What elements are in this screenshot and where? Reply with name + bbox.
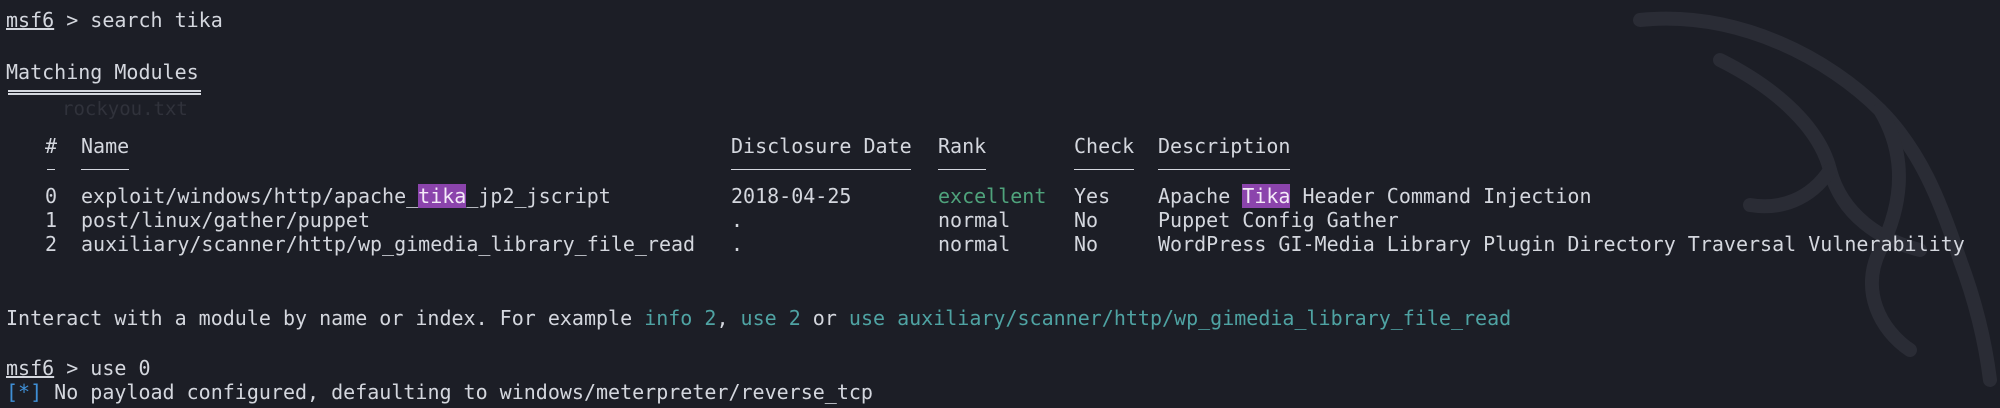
header-rank-rule	[938, 169, 986, 170]
header-date-rule	[731, 169, 911, 170]
header-index-rule	[47, 169, 55, 170]
header-description-rule	[1158, 169, 1290, 170]
row-0-index: 0	[45, 184, 58, 208]
header-check-rule	[1074, 169, 1134, 170]
background-ghost-text: rockyou.txt	[62, 98, 188, 120]
row-2-check: No	[1074, 232, 1099, 256]
row-2-name[interactable]: auxiliary/scanner/http/wp_gimedia_librar…	[81, 232, 695, 256]
row-0-check: Yes	[1074, 184, 1111, 208]
info-marker-icon: [*]	[6, 380, 43, 404]
interact-hint: Interact with a module by name or index.…	[6, 306, 1512, 330]
row-0-rank: excellent	[938, 184, 1047, 208]
row-1-rank: normal	[938, 208, 1011, 232]
header-check: Check	[1074, 134, 1135, 158]
header-date: Disclosure Date	[731, 134, 912, 158]
prompt-line-2: msf6 > use 0	[6, 356, 151, 380]
header-name-rule	[81, 169, 129, 170]
row-0-date: 2018-04-25	[731, 184, 852, 208]
row-0-name[interactable]: exploit/windows/http/apache_tika_jp2_jsc…	[81, 184, 611, 208]
row-1-name[interactable]: post/linux/gather/puppet	[81, 208, 370, 232]
terminal-window[interactable]: rockyou.txt msf6 > search tika Matching …	[0, 0, 2000, 408]
header-description: Description	[1158, 134, 1291, 158]
row-2-description: WordPress GI-Media Library Plugin Direct…	[1158, 232, 1965, 256]
row-2-index: 2	[45, 232, 58, 256]
row-2-date: .	[731, 232, 744, 256]
status-line: [*] No payload configured, defaulting to…	[6, 380, 873, 404]
row-1-date: .	[731, 208, 744, 232]
row-0-description: Apache Tika Header Command Injection	[1158, 184, 1592, 208]
command-search: search tika	[90, 8, 223, 32]
hint-command-use-index[interactable]: use 2	[741, 306, 801, 330]
header-index: #	[45, 134, 58, 158]
prompt: msf6	[6, 8, 55, 32]
header-name: Name	[81, 134, 130, 158]
header-rank: Rank	[938, 134, 987, 158]
row-1-check: No	[1074, 208, 1099, 232]
hint-command-use-name[interactable]: use auxiliary/scanner/http/wp_gimedia_li…	[849, 306, 1511, 330]
command-use: use 0	[90, 356, 151, 380]
hint-command-info[interactable]: info 2	[644, 306, 716, 330]
status-text: No payload configured, defaulting to win…	[42, 380, 873, 404]
search-highlight: tika	[418, 184, 467, 208]
section-underline	[8, 90, 201, 95]
row-2-rank: normal	[938, 232, 1011, 256]
row-1-description: Puppet Config Gather	[1158, 208, 1399, 232]
search-highlight: Tika	[1242, 184, 1291, 208]
section-title: Matching Modules	[6, 60, 199, 84]
prompt: msf6	[6, 356, 55, 380]
prompt-line-1: msf6 > search tika	[6, 8, 223, 32]
row-1-index: 1	[45, 208, 58, 232]
kali-dragon-watermark	[1633, 11, 1997, 387]
